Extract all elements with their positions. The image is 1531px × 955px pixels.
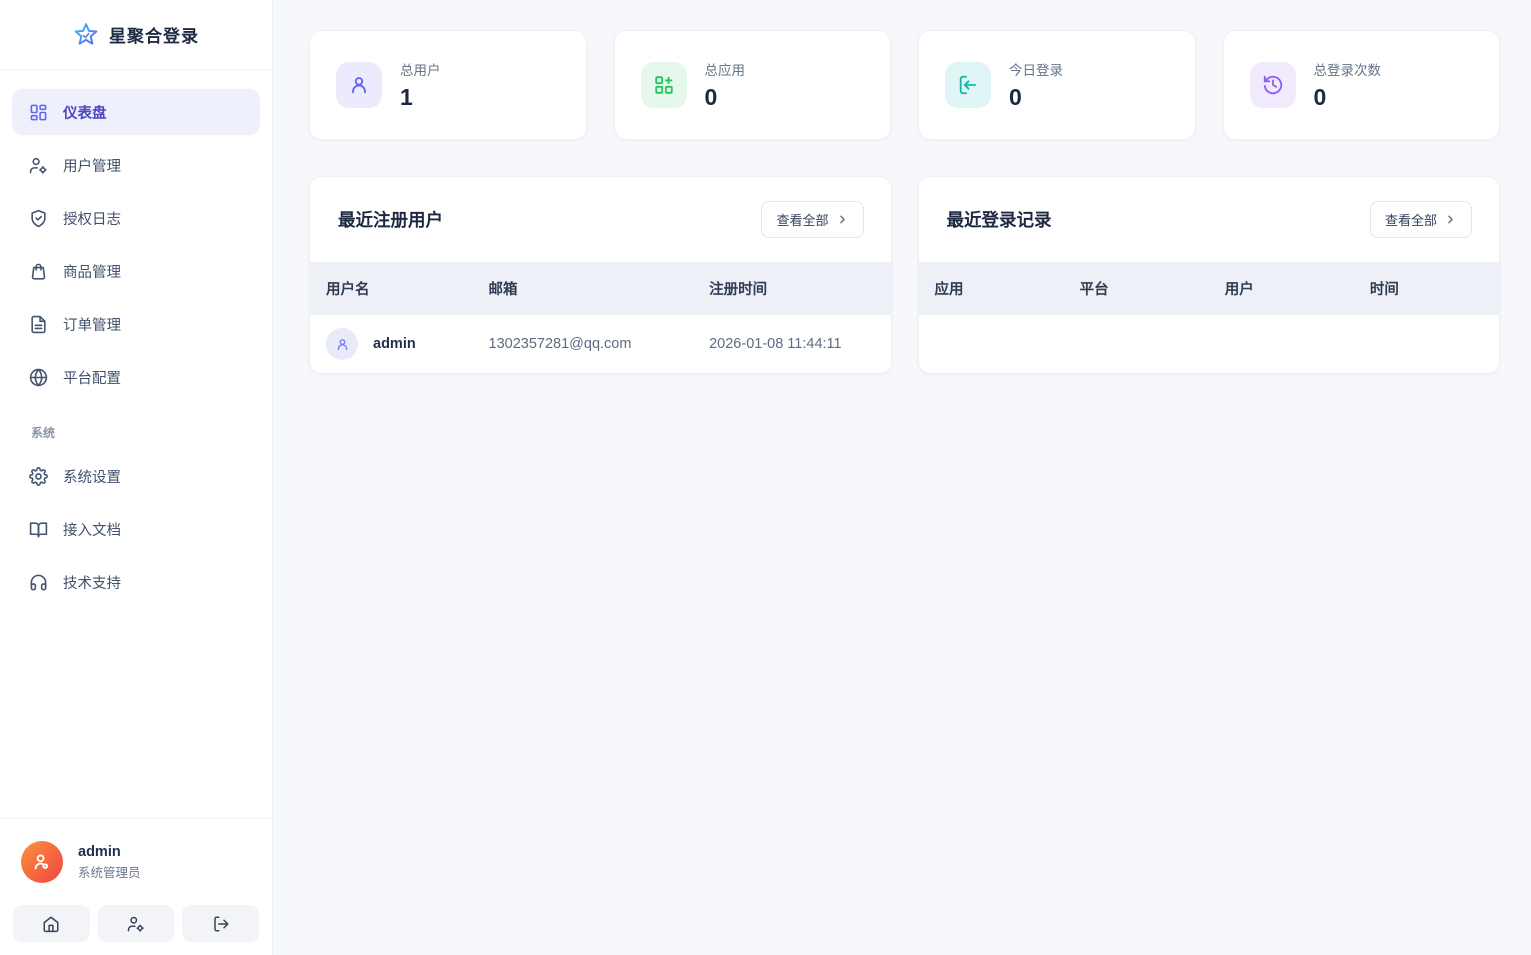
recent-users-table: 用户名 邮箱 注册时间 admin 1302357281@qq.com 2026… (310, 262, 891, 373)
sidebar-item-platform-config[interactable]: 平台配置 (12, 354, 260, 400)
recent-users-panel: 最近注册用户 查看全部 用户名 邮箱 注册时间 admin 1302357281… (309, 176, 892, 374)
panel-title: 最近注册用户 (338, 210, 443, 230)
shopping-bag-icon (29, 262, 48, 281)
chevron-right-icon (1444, 213, 1457, 226)
main-nav: 仪表盘 用户管理 授权日志 商品管理 订单管理 平台配置 系统 系统设置 接入文… (0, 70, 272, 612)
stat-card-today-logins: 今日登录 0 (918, 30, 1196, 140)
app-title: 星聚合登录 (109, 27, 199, 46)
stat-value: 0 (704, 84, 718, 110)
panel-title: 最近登录记录 (946, 210, 1052, 230)
sidebar-item-label: 仪表盘 (63, 105, 107, 122)
row-avatar (326, 328, 358, 360)
user-name: admin (78, 843, 121, 860)
sidebar-item-label: 授权日志 (63, 211, 121, 228)
globe-icon (29, 368, 48, 387)
star-icon (73, 22, 99, 48)
stat-label: 总用户 (400, 63, 441, 78)
stat-value: 0 (1313, 84, 1327, 110)
view-all-logins-button[interactable]: 查看全部 (1369, 201, 1472, 238)
shield-check-icon (29, 209, 48, 228)
sidebar-item-auth-logs[interactable]: 授权日志 (12, 195, 260, 241)
stat-card-total-apps: 总应用 0 (613, 30, 891, 140)
stat-card-total-logins: 总登录次数 0 (1222, 30, 1500, 140)
row-username: admin (373, 336, 416, 352)
sidebar-item-label: 接入文档 (63, 522, 121, 539)
column-header: 邮箱 (488, 282, 518, 298)
sidebar-item-label: 系统设置 (63, 469, 121, 486)
sidebar: 星聚合登录 仪表盘 用户管理 授权日志 商品管理 订单管理 平台配置 系统 系统… (0, 0, 273, 955)
column-header: 应用 (934, 282, 964, 298)
sidebar-item-label: 订单管理 (63, 317, 121, 334)
logout-icon (212, 915, 230, 933)
stat-label: 总登录次数 (1313, 63, 1382, 78)
sidebar-user-area: admin 系统管理员 (0, 818, 272, 955)
column-header: 时间 (1369, 282, 1399, 298)
user-role: 系统管理员 (78, 866, 141, 881)
sidebar-item-orders[interactable]: 订单管理 (12, 301, 260, 347)
sidebar-item-docs[interactable]: 接入文档 (12, 506, 260, 552)
recent-logins-panel: 最近登录记录 查看全部 应用 平台 用户 时间 (917, 176, 1500, 374)
chevron-right-icon (836, 213, 849, 226)
column-header: 注册时间 (709, 282, 768, 298)
current-user: admin 系统管理员 (13, 841, 259, 883)
sidebar-item-label: 用户管理 (63, 158, 121, 175)
empty-table-body (919, 315, 1500, 373)
sidebar-item-support[interactable]: 技术支持 (12, 559, 260, 605)
profile-settings-button[interactable] (97, 905, 175, 942)
sidebar-item-label: 平台配置 (63, 370, 121, 387)
stat-card-total-users: 总用户 1 (309, 30, 587, 140)
stat-label: 今日登录 (1009, 63, 1063, 78)
sidebar-item-system-settings[interactable]: 系统设置 (12, 453, 260, 499)
sidebar-item-label: 商品管理 (63, 264, 121, 281)
table-row[interactable]: admin 1302357281@qq.com 2026-01-08 11:44… (310, 315, 891, 373)
view-all-label: 查看全部 (1384, 213, 1437, 228)
column-header: 用户名 (326, 282, 370, 298)
view-all-users-button[interactable]: 查看全部 (761, 201, 864, 238)
view-all-label: 查看全部 (776, 213, 829, 228)
sidebar-item-users[interactable]: 用户管理 (12, 142, 260, 188)
logout-button[interactable] (182, 905, 260, 942)
layout-dashboard-icon (29, 103, 48, 122)
grid-plus-icon (640, 62, 687, 108)
book-open-icon (29, 520, 48, 539)
user-actions (13, 905, 260, 942)
main-content: 总用户 1 总应用 0 今日登录 0 总登录次数 0 最近注册用户 查看全部 用… (273, 0, 1531, 955)
user-icon (336, 62, 382, 108)
recent-logins-table: 应用 平台 用户 时间 (918, 262, 1500, 373)
stat-value: 0 (1009, 84, 1022, 110)
gear-icon (29, 466, 48, 486)
sidebar-item-label: 技术支持 (63, 575, 121, 592)
log-in-icon (945, 62, 991, 108)
sidebar-item-products[interactable]: 商品管理 (12, 248, 260, 294)
history-icon (1249, 62, 1296, 108)
user-cog-icon (29, 156, 48, 175)
avatar (21, 841, 63, 883)
row-register-time: 2026-01-08 11:44:11 (709, 336, 842, 352)
logo: 星聚合登录 (0, 0, 272, 70)
file-text-icon (29, 315, 48, 334)
user-cog-icon (127, 915, 145, 933)
column-header: 平台 (1079, 282, 1109, 298)
sidebar-section-system: 系统 (31, 426, 56, 440)
row-email: 1302357281@qq.com (488, 336, 632, 352)
home-icon (42, 915, 60, 933)
home-button[interactable] (13, 905, 90, 942)
stat-value: 1 (400, 84, 413, 110)
stat-label: 总应用 (704, 63, 746, 78)
column-header: 用户 (1224, 282, 1254, 298)
headphones-icon (29, 573, 48, 592)
stat-cards: 总用户 1 总应用 0 今日登录 0 总登录次数 0 (309, 30, 1500, 140)
sidebar-item-dashboard[interactable]: 仪表盘 (12, 89, 260, 135)
panels: 最近注册用户 查看全部 用户名 邮箱 注册时间 admin 1302357281… (309, 176, 1500, 374)
